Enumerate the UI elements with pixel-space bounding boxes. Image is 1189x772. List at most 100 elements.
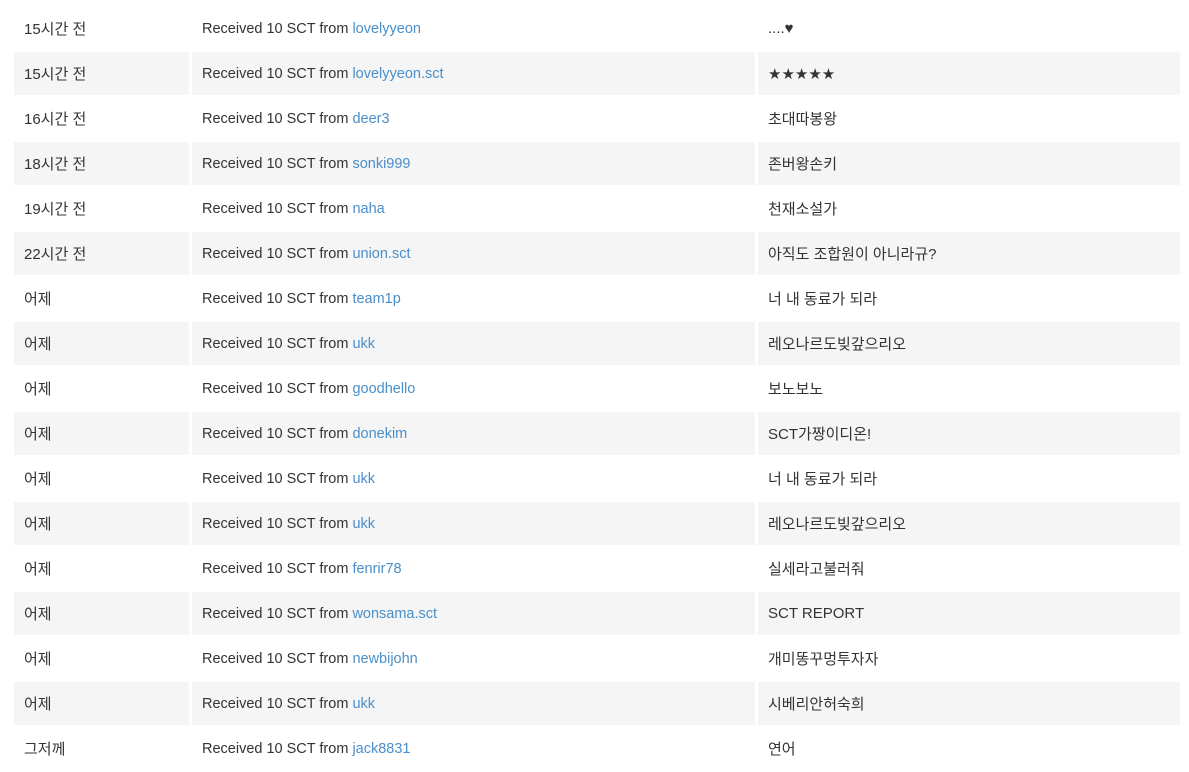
sender-link[interactable]: team1p: [352, 291, 400, 307]
memo-cell: 너 내 동료가 되라: [768, 471, 878, 488]
memo-cell: ★★★★★: [758, 52, 1180, 95]
transfer-cell: Received 10 SCT from newbijohn: [192, 637, 755, 680]
memo-cell: 연어: [768, 741, 796, 758]
time-cell: 22시간 전: [14, 232, 189, 275]
transfer-cell: Received 10 SCT from naha: [192, 187, 755, 230]
transfer-cell: Received 10 SCT from deer3: [192, 97, 755, 140]
table-row: 어제 Received 10 SCT from goodhello 보노보노: [14, 367, 1180, 410]
memo-cell: 천재소설가: [768, 201, 838, 218]
sender-link[interactable]: donekim: [352, 426, 407, 442]
table-row: 16시간 전 Received 10 SCT from deer3 초대따봉왕: [14, 97, 1180, 140]
sender-link[interactable]: fenrir78: [352, 561, 401, 577]
transfer-text: Received 10 SCT from: [202, 650, 353, 667]
table-row: 어제 Received 10 SCT from donekim SCT가짱이디온…: [14, 412, 1180, 455]
memo-cell: SCT가짱이디온!: [758, 412, 1180, 455]
transfer-text: Received 10 SCT from: [202, 155, 353, 172]
table-row: 어제 Received 10 SCT from fenrir78 실세라고불러줘: [14, 547, 1180, 590]
transfer-cell: Received 10 SCT from lovelyyeon: [192, 7, 755, 50]
transfer-text: Received 10 SCT from: [202, 335, 353, 352]
table-row: 어제 Received 10 SCT from ukk 너 내 동료가 되라: [14, 457, 1180, 500]
time-cell: 19시간 전: [24, 201, 87, 218]
transfer-text: Received 10 SCT from: [202, 695, 353, 712]
memo-cell: 레오나르도빚갚으리오: [758, 502, 1180, 545]
table-row: 15시간 전 Received 10 SCT from lovelyyeon .…: [14, 7, 1180, 50]
time-cell: 어제: [24, 381, 52, 398]
memo-cell: 보노보노: [768, 381, 824, 398]
transfer-text: Received 10 SCT from: [202, 740, 353, 757]
table-row: 어제 Received 10 SCT from ukk 레오나르도빚갚으리오: [14, 502, 1180, 545]
sender-link[interactable]: jack8831: [352, 741, 410, 757]
sender-link[interactable]: lovelyyeon.sct: [352, 66, 443, 82]
time-cell: 어제: [24, 651, 52, 668]
transfer-cell: Received 10 SCT from fenrir78: [192, 547, 755, 590]
transfer-history-table: 15시간 전 Received 10 SCT from lovelyyeon .…: [14, 7, 1180, 772]
transfer-cell: Received 10 SCT from sonki999: [192, 142, 755, 185]
sender-link[interactable]: sonki999: [352, 156, 410, 172]
memo-cell: 개미똥꾸멍투자자: [768, 651, 879, 668]
transfer-cell: Received 10 SCT from ukk: [192, 457, 755, 500]
memo-cell: 레오나르도빚갚으리오: [758, 322, 1180, 365]
memo-cell: SCT REPORT: [758, 592, 1180, 635]
transfer-text: Received 10 SCT from: [202, 245, 353, 262]
sender-link[interactable]: newbijohn: [352, 651, 417, 667]
sender-link[interactable]: union.sct: [352, 246, 410, 262]
table-row: 18시간 전 Received 10 SCT from sonki999 존버왕…: [14, 142, 1180, 185]
time-cell: 어제: [14, 682, 189, 725]
transfer-text: Received 10 SCT from: [202, 290, 353, 307]
time-cell: 어제: [14, 322, 189, 365]
sender-link[interactable]: deer3: [352, 111, 389, 127]
transfer-text: Received 10 SCT from: [202, 425, 353, 442]
table-row: 15시간 전 Received 10 SCT from lovelyyeon.s…: [14, 52, 1180, 95]
memo-cell: 아직도 조합원이 아니라규?: [758, 232, 1180, 275]
transfer-text: Received 10 SCT from: [202, 110, 353, 127]
transfer-text: Received 10 SCT from: [202, 65, 353, 82]
sender-link[interactable]: goodhello: [352, 381, 415, 397]
time-cell: 어제: [14, 592, 189, 635]
transfer-cell: Received 10 SCT from ukk: [192, 322, 755, 365]
memo-cell: 시베리안허숙희: [758, 682, 1180, 725]
time-cell: 16시간 전: [24, 111, 87, 128]
time-cell: 15시간 전: [24, 21, 87, 38]
time-cell: 어제: [24, 291, 52, 308]
transfer-cell: Received 10 SCT from donekim: [192, 412, 755, 455]
transfer-cell: Received 10 SCT from ukk: [192, 502, 755, 545]
table-row: 그저께 Received 10 SCT from jack8831 연어: [14, 727, 1180, 770]
transfer-cell: Received 10 SCT from union.sct: [192, 232, 755, 275]
sender-link[interactable]: naha: [352, 201, 384, 217]
memo-cell: 존버왕손키: [758, 142, 1180, 185]
transfer-cell: Received 10 SCT from wonsama.sct: [192, 592, 755, 635]
memo-cell: 너 내 동료가 되라: [768, 291, 878, 308]
table-row: 어제 Received 10 SCT from newbijohn 개미똥꾸멍투…: [14, 637, 1180, 680]
time-cell: 어제: [14, 412, 189, 455]
transfer-text: Received 10 SCT from: [202, 20, 353, 37]
sender-link[interactable]: ukk: [352, 696, 375, 712]
transfer-text: Received 10 SCT from: [202, 470, 353, 487]
memo-cell: 초대따봉왕: [768, 111, 838, 128]
transfer-cell: Received 10 SCT from team1p: [192, 277, 755, 320]
table-row: 19시간 전 Received 10 SCT from naha 천재소설가: [14, 187, 1180, 230]
time-cell: 18시간 전: [14, 142, 189, 185]
time-cell: 그저께: [24, 741, 66, 758]
transfer-text: Received 10 SCT from: [202, 560, 353, 577]
memo-cell: ....♥: [768, 20, 794, 37]
transfer-cell: Received 10 SCT from goodhello: [192, 367, 755, 410]
sender-link[interactable]: wonsama.sct: [352, 606, 437, 622]
memo-cell: 실세라고불러줘: [768, 561, 865, 578]
transfer-text: Received 10 SCT from: [202, 605, 353, 622]
transfer-cell: Received 10 SCT from ukk: [192, 682, 755, 725]
sender-link[interactable]: lovelyyeon: [352, 21, 421, 37]
table-row: 어제 Received 10 SCT from ukk 레오나르도빚갚으리오: [14, 322, 1180, 365]
transfer-cell: Received 10 SCT from jack8831: [192, 727, 755, 770]
transfer-cell: Received 10 SCT from lovelyyeon.sct: [192, 52, 755, 95]
table-row: 22시간 전 Received 10 SCT from union.sct 아직…: [14, 232, 1180, 275]
sender-link[interactable]: ukk: [352, 336, 375, 352]
table-row: 어제 Received 10 SCT from team1p 너 내 동료가 되…: [14, 277, 1180, 320]
time-cell: 어제: [24, 471, 52, 488]
sender-link[interactable]: ukk: [352, 471, 375, 487]
table-row: 어제 Received 10 SCT from ukk 시베리안허숙희: [14, 682, 1180, 725]
sender-link[interactable]: ukk: [352, 516, 375, 532]
transfer-text: Received 10 SCT from: [202, 515, 353, 532]
time-cell: 어제: [24, 561, 52, 578]
table-row: 어제 Received 10 SCT from wonsama.sct SCT …: [14, 592, 1180, 635]
time-cell: 어제: [14, 502, 189, 545]
